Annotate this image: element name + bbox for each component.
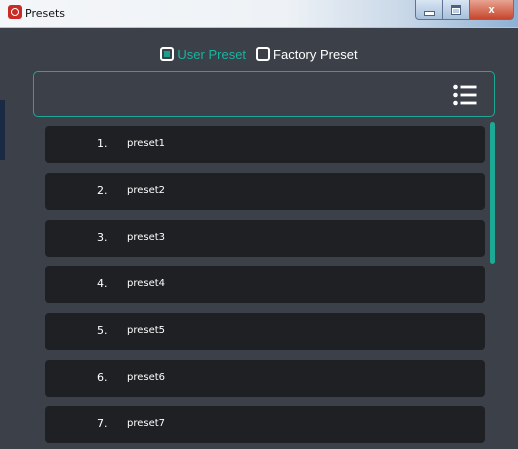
preset-row[interactable]: 1. preset1 [45,126,485,163]
preset-number: 6. [97,371,108,384]
app-icon [8,5,22,19]
factory-preset-option[interactable]: Factory Preset [256,44,358,64]
preset-name: preset2 [127,185,166,196]
preset-type-selector: User Preset Factory Preset [0,44,518,64]
close-icon: x [488,3,495,16]
preset-name: preset5 [127,325,166,336]
preset-number: 2. [97,184,108,197]
preset-name: preset3 [127,232,166,243]
preset-number: 7. [97,417,108,430]
user-preset-option[interactable]: User Preset [160,44,246,64]
preset-row[interactable]: 5. preset5 [45,313,485,350]
window-title: Presets [25,7,66,20]
preset-row[interactable]: 4. preset4 [45,266,485,303]
factory-preset-checkbox[interactable] [256,47,271,61]
factory-preset-label: Factory Preset [273,46,358,62]
preset-number: 3. [97,231,108,244]
title-bar[interactable]: Presets x [0,0,518,28]
maximize-icon [451,4,461,15]
list-menu-icon[interactable] [453,84,477,106]
user-preset-label: User Preset [177,46,247,62]
preset-row[interactable]: 3. preset3 [45,220,485,257]
close-button[interactable]: x [470,0,514,20]
preset-name: preset4 [127,278,166,289]
preset-header-bar [33,71,495,117]
preset-number: 5. [97,324,108,337]
presets-window: Presets x User Preset Factory Preset 1. … [0,0,518,449]
preset-name: preset1 [127,138,166,149]
preset-row[interactable]: 7. preset7 [45,406,485,443]
window-edge-strip [0,100,5,160]
preset-number: 1. [97,137,108,150]
preset-name: preset6 [127,372,166,383]
maximize-button[interactable] [443,0,470,20]
window-controls: x [415,0,514,22]
preset-row[interactable]: 6. preset6 [45,360,485,397]
minimize-icon [423,10,435,16]
list-scrollbar[interactable] [490,122,495,264]
minimize-button[interactable] [415,0,443,20]
user-preset-checkbox[interactable] [160,47,175,61]
preset-row[interactable]: 2. preset2 [45,173,485,210]
preset-name: preset7 [127,418,166,429]
preset-number: 4. [97,277,108,290]
